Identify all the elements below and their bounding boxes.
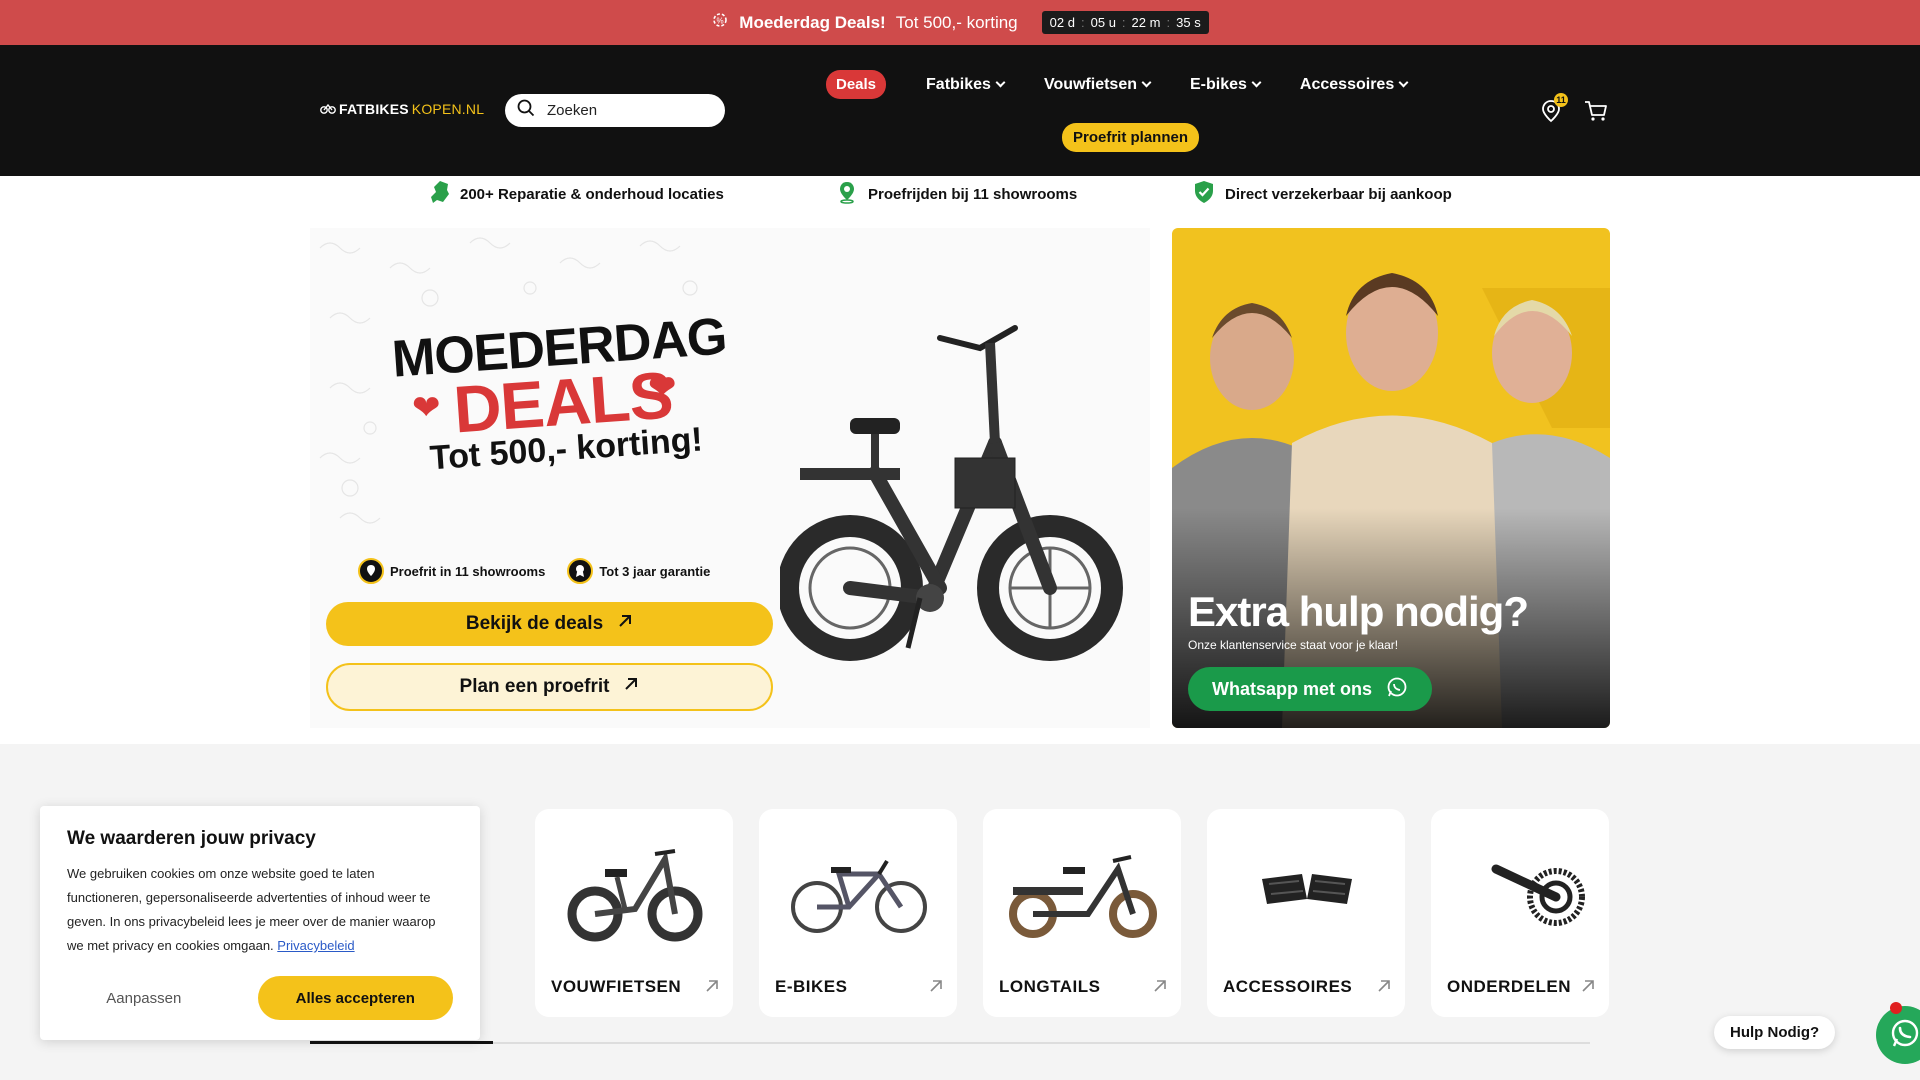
countdown-hours: 05 u [1090, 15, 1116, 30]
arrow-up-right-icon [929, 979, 943, 998]
ebike-image [791, 859, 927, 933]
category-card-accessoires[interactable]: ACCESSOIRES [1207, 809, 1405, 1017]
crankset-image [1491, 864, 1585, 926]
notification-dot [1890, 1002, 1902, 1014]
cookie-title: We waarderen jouw privacy [67, 828, 316, 849]
countdown-seconds: 35 s [1176, 15, 1201, 30]
arrow-up-right-icon [1153, 979, 1167, 998]
usp-showrooms: Proefrijden bij 11 showrooms [836, 180, 1077, 208]
location-count-badge: 11 [1554, 93, 1568, 107]
announcement-bar: % Moederdag Deals! Tot 500,- korting 02 … [0, 0, 1920, 45]
countdown-days: 02 d [1049, 15, 1075, 30]
medal-icon [567, 558, 594, 584]
logo-accent-text: KOPEN.NL [411, 101, 485, 117]
category-label: E-BIKES [775, 977, 848, 996]
category-scrollbar[interactable] [310, 1041, 1590, 1044]
help-subtitle: Onze klantenservice staat voor je klaar! [1188, 638, 1399, 652]
cookie-banner: We waarderen jouw privacy We gebruiken c… [40, 806, 480, 1040]
usp-insurance: Direct verzekerbaar bij aankoop [1193, 180, 1452, 208]
announcement-text: Tot 500,- korting [895, 12, 1018, 32]
category-card-ebikes[interactable]: E-BIKES [759, 809, 957, 1017]
category-card-vouwfietsen[interactable]: VOUWFIETSEN [535, 809, 733, 1017]
hero-badges: Proefrit in 11 showrooms Tot 3 jaar gara… [358, 558, 710, 584]
bekijk-deals-button[interactable]: Bekijk de deals [326, 602, 773, 646]
folding-bike-image [567, 849, 703, 942]
cookie-adjust-button[interactable]: Aanpassen [67, 990, 221, 1007]
cookie-actions: Aanpassen Alles accepteren [67, 976, 453, 1020]
pin-icon [836, 180, 858, 208]
badge-warranty: Tot 3 jaar garantie [567, 558, 710, 584]
heart-icon: ❤ [648, 369, 677, 407]
arrow-up-right-icon [1581, 979, 1595, 998]
search-input[interactable] [547, 102, 697, 119]
category-card-onderdelen[interactable]: ONDERDELEN [1431, 809, 1609, 1017]
header-icons: 11 [1540, 93, 1608, 128]
usp-bar: 200+ Reparatie & onderhoud locaties Proe… [0, 176, 1920, 212]
shield-check-icon [1193, 180, 1215, 208]
bike-logo-icon [320, 104, 336, 114]
fatbike-image [780, 325, 1123, 661]
announcement-title: Moederdag Deals! [739, 12, 886, 32]
category-scrollbar-thumb[interactable] [310, 1041, 493, 1044]
location-icon[interactable]: 11 [1540, 93, 1568, 128]
site-logo[interactable]: FATBIKES KOPEN.NL [320, 101, 484, 117]
plan-proefrit-button[interactable]: Plan een proefrit [326, 663, 773, 711]
chevron-down-icon [1141, 77, 1152, 88]
map-netherlands-icon [428, 180, 450, 208]
pedals-image [1262, 874, 1352, 904]
search-bar[interactable] [505, 94, 725, 127]
category-card-longtails[interactable]: LONGTAILS [983, 809, 1181, 1017]
help-needed-label[interactable]: Hulp Nodig? [1714, 1016, 1836, 1049]
category-label: LONGTAILS [999, 977, 1101, 996]
logo-text: FATBIKES [339, 101, 409, 117]
arrow-up-right-icon [705, 979, 719, 998]
badge-showrooms: Proefrit in 11 showrooms [358, 558, 545, 584]
help-title: Extra hulp nodig? [1188, 588, 1529, 635]
main-nav: Deals Fatbikes Vouwfietsen E-bikes Acces… [826, 70, 1409, 99]
cart-icon[interactable] [1584, 100, 1608, 127]
category-label: VOUWFIETSEN [551, 977, 682, 996]
gear-icon: % [711, 11, 729, 34]
arrow-up-right-icon [623, 676, 639, 698]
hero-banner[interactable]: MOEDERDAG DEALS Tot 500,- korting! ❤ ❤ P… [310, 228, 1150, 728]
cookie-accept-button[interactable]: Alles accepteren [257, 976, 453, 1020]
chevron-down-icon [1398, 77, 1409, 88]
whatsapp-button[interactable]: Whatsapp met ons [1188, 667, 1432, 711]
nav-item-ebikes[interactable]: E-bikes [1190, 76, 1262, 94]
category-label: ACCESSOIRES [1223, 977, 1353, 996]
svg-text:%: % [717, 17, 724, 26]
whatsapp-icon [1888, 1016, 1920, 1055]
usp-repair: 200+ Reparatie & onderhoud locaties [428, 180, 724, 208]
site-header: FATBIKESKOPEN.NL Deals Fatbikes Vouwfiet… [0, 45, 1920, 176]
heart-icon: ❤ [412, 389, 441, 427]
countdown-minutes: 22 m [1131, 15, 1161, 30]
chevron-down-icon [995, 77, 1006, 88]
countdown-timer: 02 d : 05 u : 22 m : 35 s [1041, 11, 1209, 34]
nav-item-fatbikes[interactable]: Fatbikes [926, 76, 1006, 94]
help-card[interactable]: Extra hulp nodig? Onze klantenservice st… [1172, 228, 1610, 728]
whatsapp-icon [1386, 676, 1408, 703]
nav-item-accessoires[interactable]: Accessoires [1300, 76, 1409, 94]
nav-deals-button[interactable]: Deals [826, 70, 887, 99]
chevron-down-icon [1251, 77, 1262, 88]
proefrit-plannen-button[interactable]: Proefrit plannen [1062, 123, 1200, 152]
cookie-body: We gebruiken cookies om onze website goe… [67, 866, 436, 953]
privacy-policy-link[interactable]: Privacybeleid [277, 938, 354, 953]
category-label: ONDERDELEN [1447, 977, 1572, 996]
nav-item-vouwfietsen[interactable]: Vouwfietsen [1044, 76, 1152, 94]
arrow-up-right-icon [1377, 979, 1391, 998]
longtail-bike-image [1009, 855, 1157, 938]
arrow-up-right-icon [617, 613, 633, 635]
hero-headline: MOEDERDAG DEALS Tot 500,- korting! [390, 307, 735, 481]
search-icon[interactable] [517, 99, 535, 122]
pin-icon [358, 558, 384, 584]
